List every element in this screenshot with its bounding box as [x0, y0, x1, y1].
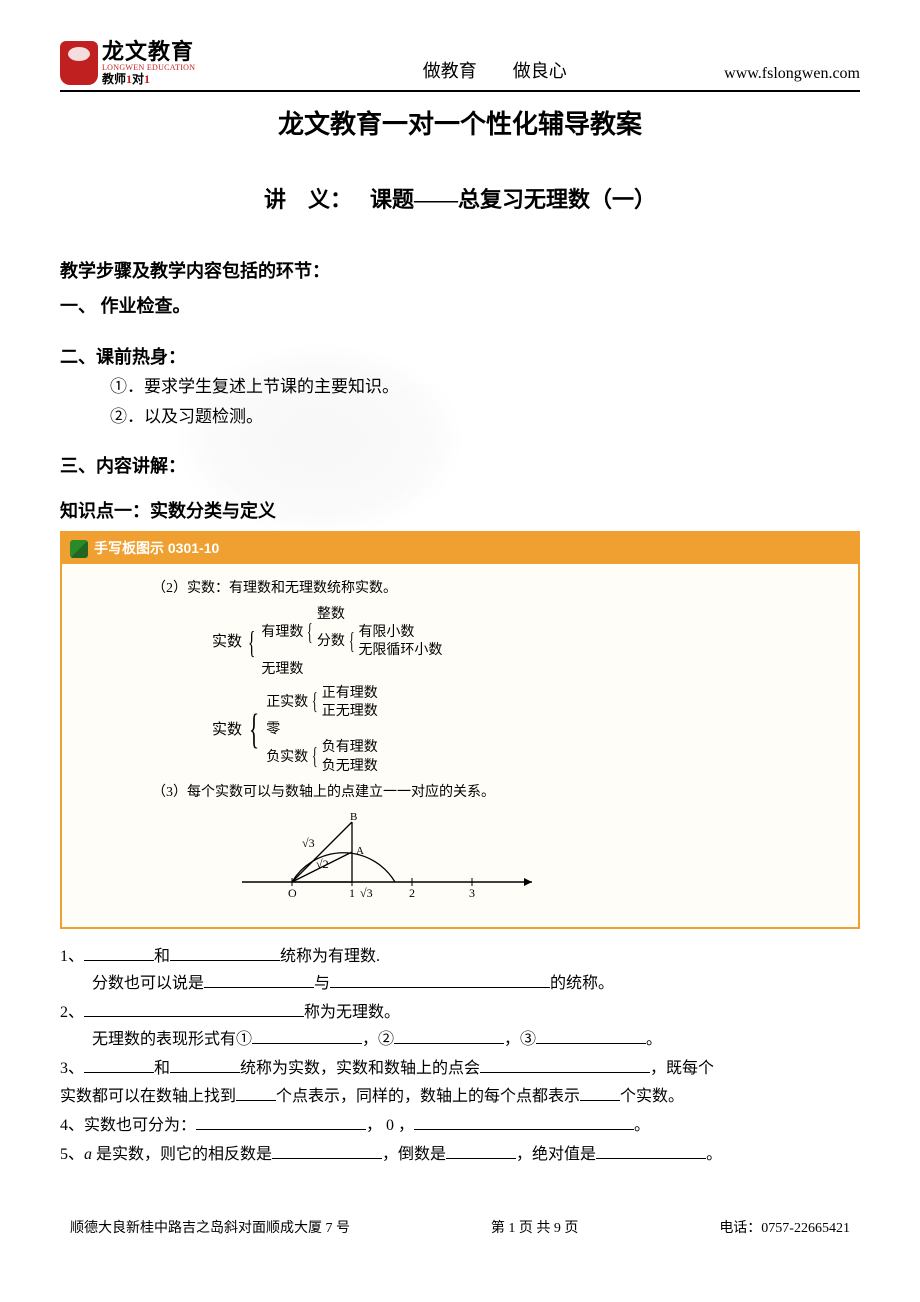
question-1: 1、和统称为有理数. 分数也可以说是与的统称。 [60, 943, 860, 997]
logo-brand: 龙文教育 [102, 40, 195, 64]
diagram-header: 手写板图示 0301-10 [62, 533, 858, 563]
svg-text:3: 3 [469, 886, 475, 900]
classification-1: 实数 { 有理数 { 整数 分数 { [212, 606, 828, 679]
footer-phone: 电话：0757-22665421 [719, 1218, 850, 1240]
logo: 龙文教育 LONGWEN EDUCATION 教师1对1 [60, 40, 195, 86]
diagram-box: 手写板图示 0301-10 （2）实数：有理数和无理数统称实数。 实数 { 有理… [60, 531, 860, 928]
blank[interactable] [204, 972, 314, 988]
section-one: 一、 作业检查。 [60, 292, 860, 321]
logo-text: 龙文教育 LONGWEN EDUCATION 教师1对1 [102, 40, 195, 86]
blank[interactable] [414, 1114, 634, 1130]
blank[interactable] [446, 1143, 516, 1159]
blank[interactable] [536, 1028, 646, 1044]
blank[interactable] [580, 1085, 620, 1101]
svg-text:√3: √3 [360, 886, 373, 900]
blank[interactable] [84, 1057, 154, 1073]
subtitle-lead: 讲 义： [264, 187, 352, 212]
footer-address: 顺德大良新桂中路吉之岛斜对面顺成大厦 7 号 [70, 1218, 350, 1240]
svg-text:√3: √3 [302, 836, 315, 850]
section-two-head: 二、课前热身： [60, 343, 860, 372]
blank[interactable] [84, 1001, 304, 1017]
blank[interactable] [170, 1057, 240, 1073]
number-line: O 1 2 3 B A √3 √2 √3 [232, 812, 828, 910]
svg-text:√2: √2 [316, 857, 329, 871]
page-header: 龙文教育 LONGWEN EDUCATION 教师1对1 做教育 做良心 www… [60, 40, 860, 92]
svg-text:A: A [356, 845, 364, 857]
blank[interactable] [480, 1057, 650, 1073]
page-title: 龙文教育一对一个性化辅导教案 [60, 104, 860, 146]
blank[interactable] [236, 1085, 276, 1101]
blank[interactable] [84, 945, 154, 961]
pen-icon [70, 540, 88, 558]
blank[interactable] [394, 1028, 504, 1044]
diagram-body: （2）实数：有理数和无理数统称实数。 实数 { 有理数 { 整数 分数 [62, 564, 858, 927]
header-slogan: 做教育 做良心 [423, 57, 567, 86]
header-url: www.fslongwen.com [724, 61, 860, 87]
page-subtitle: 讲 义： 课题——总复习无理数（一） [60, 182, 860, 217]
svg-text:O: O [288, 886, 297, 900]
logo-tagline: 教师1对1 [102, 73, 195, 86]
diagram-line-2: （2）实数：有理数和无理数统称实数。 [92, 578, 828, 600]
classification-2: 实数 { 正实数 { 正有理数 正无理数 零 负 [212, 685, 828, 776]
question-5: 5、a 是实数，则它的相反数是，倒数是，绝对值是。 [60, 1141, 860, 1168]
section-two-item1: ①．要求学生复述上节课的主要知识。 [110, 373, 860, 400]
knowledge-point-1: 知识点一：实数分类与定义 [60, 497, 860, 526]
diagram-header-label: 手写板图示 0301-10 [94, 537, 219, 559]
section-two-item2: ②．以及习题检测。 [110, 403, 860, 430]
subtitle-body: 课题——总复习无理数（一） [370, 187, 656, 212]
blank[interactable] [196, 1114, 366, 1130]
blank[interactable] [596, 1143, 706, 1159]
content: 教学步骤及教学内容包括的环节： 一、 作业检查。 二、课前热身： ①．要求学生复… [60, 257, 860, 1168]
question-4: 4、实数也可分为：， 0 ，。 [60, 1112, 860, 1139]
svg-text:B: B [350, 812, 357, 823]
footer-page: 第 1 页 共 9 页 [491, 1218, 579, 1240]
logo-icon [60, 41, 98, 85]
blank[interactable] [170, 945, 280, 961]
steps-heading: 教学步骤及教学内容包括的环节： [60, 257, 860, 286]
diagram-line-3: （3）每个实数可以与数轴上的点建立一一对应的关系。 [92, 782, 828, 804]
svg-text:1: 1 [349, 886, 355, 900]
blank[interactable] [272, 1143, 382, 1159]
question-3: 3、和统称为实数，实数和数轴上的点会，既每个 实数都可以在数轴上找到个点表示，同… [60, 1055, 860, 1109]
section-three-head: 三、内容讲解： [60, 452, 860, 481]
question-2: 2、称为无理数。 无理数的表现形式有①，②，③。 [60, 999, 860, 1053]
blank[interactable] [330, 972, 550, 988]
blank[interactable] [252, 1028, 362, 1044]
svg-text:2: 2 [409, 886, 415, 900]
page-footer: 顺德大良新桂中路吉之岛斜对面顺成大厦 7 号 第 1 页 共 9 页 电话：07… [60, 1218, 860, 1240]
